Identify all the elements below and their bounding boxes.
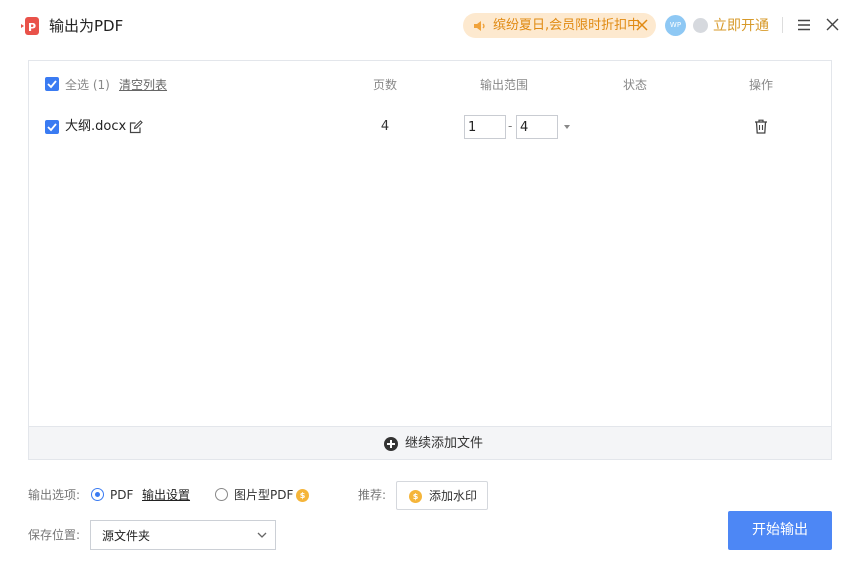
close-icon[interactable]	[826, 18, 839, 31]
select-all-checkbox[interactable]	[45, 77, 59, 91]
activate-vip-link[interactable]: 立即开通	[713, 16, 769, 36]
column-header-actions: 操作	[749, 78, 774, 92]
pdf-radio[interactable]	[91, 488, 104, 501]
start-output-button[interactable]: 开始输出	[728, 511, 832, 550]
save-location-value: 源文件夹	[102, 529, 151, 543]
range-to-input[interactable]	[516, 115, 558, 139]
pdf-logo-icon: P	[21, 17, 39, 35]
rename-icon[interactable]	[129, 120, 143, 134]
title-bar: P 输出为PDF 缤纷夏日,会员限时折扣中 WP 立即开通	[0, 0, 860, 52]
premium-coin-icon: $	[409, 490, 422, 503]
page-count: 4	[380, 119, 390, 134]
add-watermark-button[interactable]: $ 添加水印	[396, 481, 488, 510]
save-location-label: 保存位置:	[28, 528, 81, 542]
column-header-range: 输出范围	[480, 78, 529, 92]
avatar[interactable]: WP	[665, 15, 686, 36]
plus-circle-icon	[384, 437, 398, 451]
range-dash: -	[508, 119, 513, 133]
premium-coin-icon: $	[296, 489, 309, 502]
output-settings-link[interactable]: 输出设置	[142, 487, 190, 503]
pdf-option-label[interactable]: PDF	[110, 487, 133, 503]
range-dropdown-caret-icon[interactable]	[564, 125, 570, 129]
promo-close-icon[interactable]	[635, 18, 649, 32]
vip-badge-icon	[693, 18, 708, 33]
add-more-files-button[interactable]: 继续添加文件	[29, 426, 831, 459]
recommend-label: 推荐:	[358, 488, 387, 502]
column-header-status: 状态	[623, 78, 648, 92]
window-title: 输出为PDF	[49, 17, 124, 35]
promo-text: 缤纷夏日,会员限时折扣中	[493, 18, 641, 33]
speaker-icon	[474, 21, 485, 31]
select-all-label: 全选 (1)	[65, 78, 110, 92]
image-pdf-radio[interactable]	[215, 488, 228, 501]
add-more-files-label: 继续添加文件	[405, 436, 484, 451]
add-watermark-label: 添加水印	[429, 489, 478, 503]
svg-text:P: P	[28, 21, 36, 34]
file-name: 大纲.docx	[65, 119, 127, 134]
column-header-pages: 页数	[373, 78, 398, 92]
clear-list-link[interactable]: 清空列表	[119, 77, 167, 93]
range-from-input[interactable]	[464, 115, 506, 139]
menu-icon[interactable]	[797, 19, 811, 31]
delete-icon[interactable]	[754, 119, 768, 134]
title-divider	[782, 17, 783, 33]
save-location-select[interactable]: 源文件夹	[90, 520, 276, 550]
chevron-down-icon	[257, 532, 267, 538]
output-options-label: 输出选项:	[28, 488, 81, 502]
promo-banner[interactable]: 缤纷夏日,会员限时折扣中	[463, 13, 656, 38]
row-checkbox[interactable]	[45, 120, 59, 134]
file-list-panel: 全选 (1) 清空列表 页数 输出范围 状态 操作 大纲.docx 4 - 继续…	[28, 60, 832, 460]
image-pdf-option-label[interactable]: 图片型PDF	[234, 487, 293, 503]
